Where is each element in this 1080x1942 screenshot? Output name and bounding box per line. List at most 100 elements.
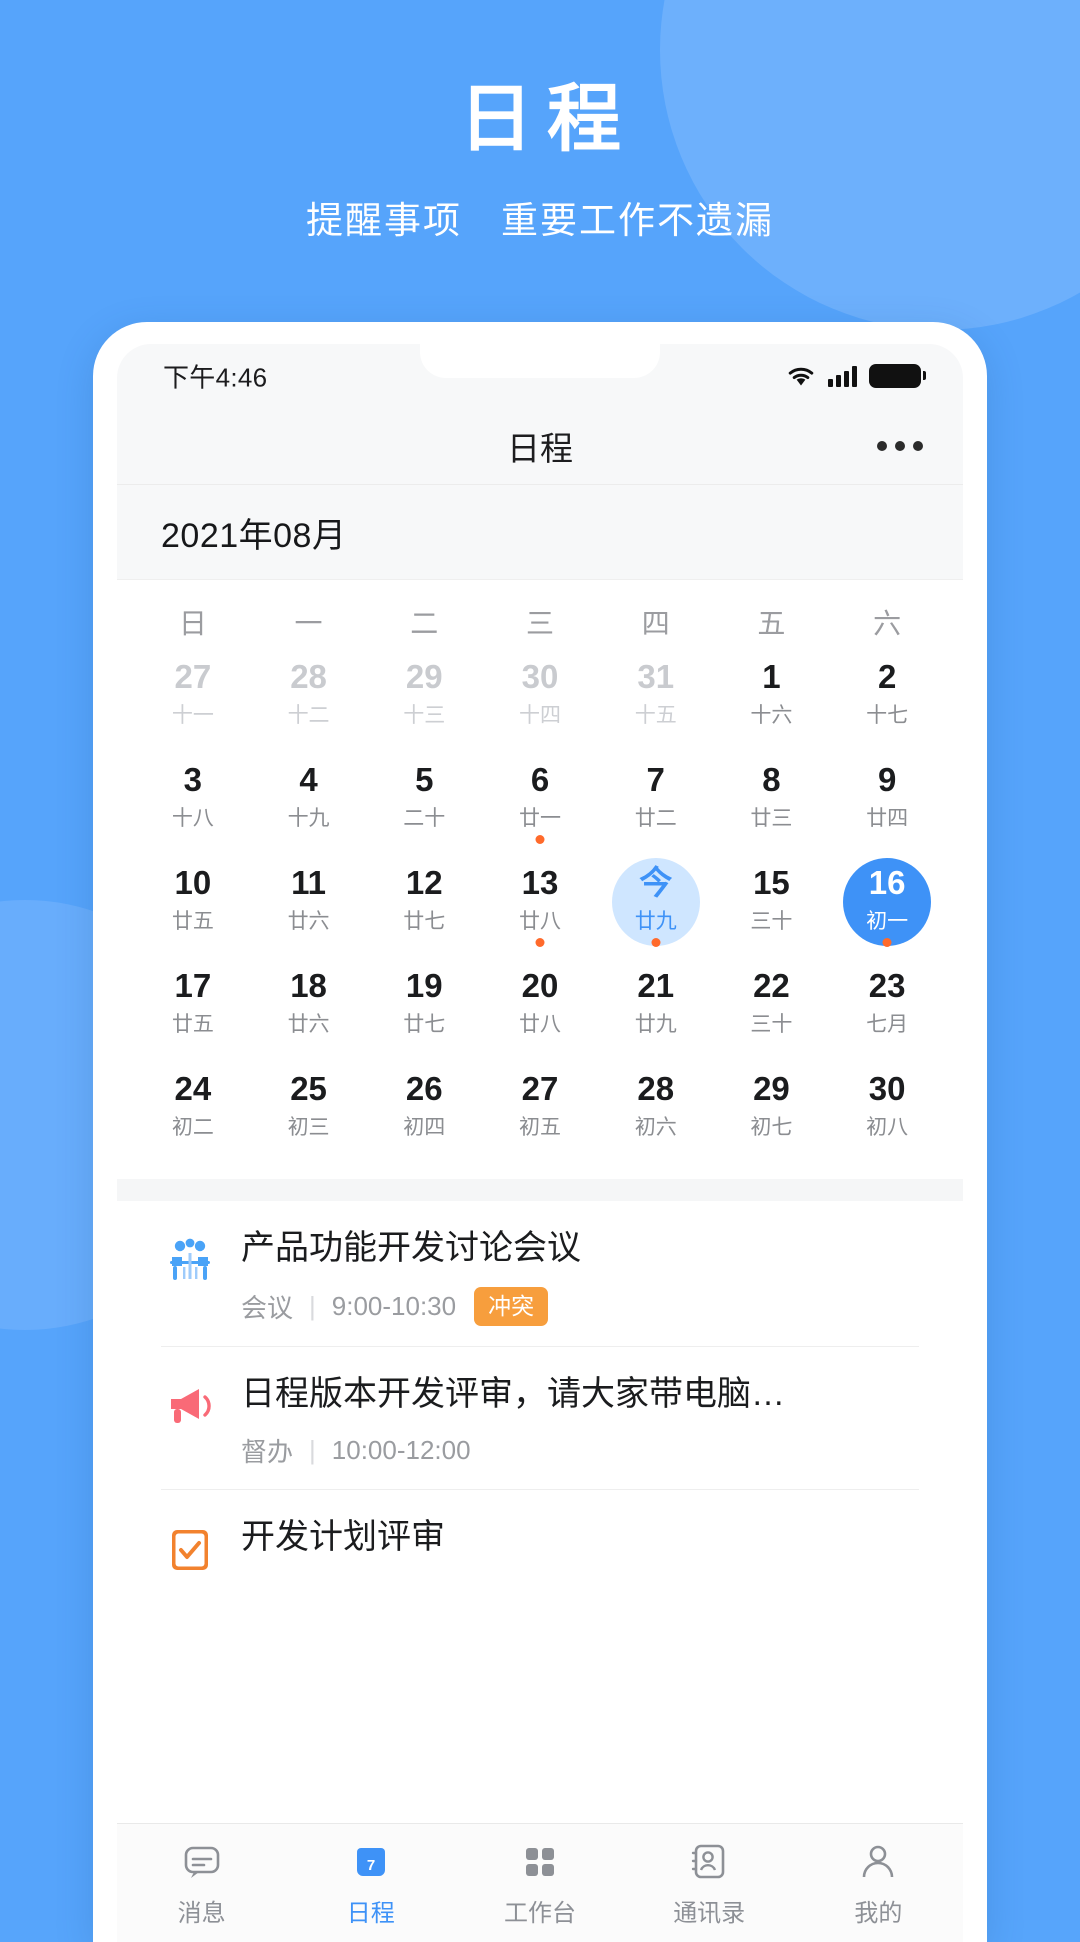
svg-text:7: 7 xyxy=(367,1857,375,1874)
calendar-day-cell[interactable]: 29 初七 xyxy=(714,1062,830,1165)
meeting-people-icon xyxy=(161,1231,219,1289)
tab-日程[interactable]: 7 日程 xyxy=(286,1838,455,1928)
weekday-label: 一 xyxy=(294,608,323,639)
calendar-day-cell[interactable]: 17 廿五 xyxy=(135,959,251,1062)
tab-我的[interactable]: 我的 xyxy=(794,1838,963,1928)
day-number: 6 xyxy=(530,761,550,798)
lunar-label: 廿八 xyxy=(518,910,561,934)
day-number: 4 xyxy=(299,761,318,798)
month-label: 2021年08月 xyxy=(161,516,347,555)
day-number: 12 xyxy=(405,864,443,901)
event-body: 产品功能开发讨论会议 会议 | 9:00-10:30 冲突 xyxy=(241,1227,919,1326)
calendar-day-cell[interactable]: 28 初六 xyxy=(598,1062,714,1165)
workbench-grid-icon xyxy=(518,1838,562,1884)
calendar-day-cell[interactable]: 16 初一 xyxy=(829,856,945,959)
lunar-label: 十五 xyxy=(634,704,677,728)
tab-label: 通讯录 xyxy=(673,1900,746,1927)
event-list-item[interactable]: 日程版本开发评审，请大家带电脑… 督办 | 10:00-12:00 xyxy=(161,1347,919,1491)
calendar-day-cell[interactable]: 今廿九 xyxy=(598,856,714,959)
calendar-day-cell[interactable]: 10 廿五 xyxy=(135,856,251,959)
weekday-label: 日 xyxy=(178,608,207,639)
lunar-label: 十四 xyxy=(518,704,561,728)
day-number: 17 xyxy=(174,967,212,1004)
day-number: 29 xyxy=(753,1070,790,1107)
calendar-day-cell[interactable]: 29 十三 xyxy=(366,650,482,753)
calendar-day-cell[interactable]: 7 廿二 xyxy=(598,753,714,856)
lunar-label: 十二 xyxy=(287,704,330,728)
month-header[interactable]: 2021年08月 xyxy=(117,485,963,580)
calendar-day-cell[interactable]: 20 廿八 xyxy=(482,959,598,1062)
calendar-day-cell[interactable]: 26 初四 xyxy=(366,1062,482,1165)
calendar-day-cell[interactable]: 11 廿六 xyxy=(251,856,367,959)
day-number: 18 xyxy=(290,967,327,1004)
lunar-label: 廿五 xyxy=(171,1013,214,1037)
lunar-label: 初五 xyxy=(518,1116,561,1140)
tab-工作台[interactable]: 工作台 xyxy=(455,1838,624,1928)
day-number: 27 xyxy=(174,658,212,695)
lunar-label: 廿五 xyxy=(171,910,214,934)
day-number: 3 xyxy=(183,761,203,798)
lunar-label: 十八 xyxy=(171,807,214,831)
day-number: 2 xyxy=(877,658,897,695)
event-list: 产品功能开发讨论会议 会议 | 9:00-10:30 冲突日程版本开发评审，请大家带电脑… xyxy=(117,1201,963,1599)
calendar-day-cell[interactable]: 15 三十 xyxy=(714,856,830,959)
calendar-day-cell[interactable]: 28 十二 xyxy=(251,650,367,753)
calendar-day-cell[interactable]: 3 十八 xyxy=(135,753,251,856)
calendar-day-cell[interactable]: 22 三十 xyxy=(714,959,830,1062)
calendar-day-cell[interactable]: 2 十七 xyxy=(829,650,945,753)
lunar-label: 三十 xyxy=(750,910,793,934)
lunar-label: 廿六 xyxy=(287,910,330,934)
calendar-day-cell[interactable]: 25 初三 xyxy=(251,1062,367,1165)
calendar-day-cell[interactable]: 30 初八 xyxy=(829,1062,945,1165)
event-meta: 督办 | 10:00-12:00 xyxy=(241,1432,919,1469)
event-body: 开发计划评审 xyxy=(241,1516,919,1559)
cellular-signal-icon xyxy=(828,365,857,387)
calendar-day-cell[interactable]: 8 廿三 xyxy=(714,753,830,856)
event-title: 开发计划评审 xyxy=(241,1518,445,1557)
calendar-day-cell[interactable]: 23 七月 xyxy=(829,959,945,1062)
calendar-grid: 日 一 二 三 四 五 六 27 十一 28 十二 29 十三 30 十四 31 十五 1 十六 2 十七 3 十八 4 十九… xyxy=(117,580,963,1165)
phone-screen: 下午4:46 日程 2021年08月 日 一 二 三 四 五 六 27 十一 2… xyxy=(117,344,963,1942)
section-divider xyxy=(117,1179,963,1201)
calendar-day-cell[interactable]: 13 廿八 xyxy=(482,856,598,959)
profile-person-icon xyxy=(856,1838,900,1884)
calendar-day-cell[interactable]: 9 廿四 xyxy=(829,753,945,856)
calendar-day-cell[interactable]: 30 十四 xyxy=(482,650,598,753)
day-number: 8 xyxy=(762,761,781,798)
event-title: 日程版本开发评审，请大家带电脑… xyxy=(241,1374,785,1413)
clipboard-check-icon xyxy=(161,1520,219,1578)
day-number: 25 xyxy=(290,1070,327,1107)
calendar-day-cell[interactable]: 4 十九 xyxy=(251,753,367,856)
calendar-day-cell[interactable]: 24 初二 xyxy=(135,1062,251,1165)
calendar-day-cell[interactable]: 21 廿九 xyxy=(598,959,714,1062)
event-list-item[interactable]: 开发计划评审 xyxy=(161,1490,919,1598)
lunar-label: 三十 xyxy=(750,1013,793,1037)
decorative-blob-top-right xyxy=(660,0,1080,330)
lunar-label: 廿七 xyxy=(403,910,446,934)
calendar-day-cell[interactable]: 5 二十 xyxy=(366,753,482,856)
calendar-day-cell[interactable]: 27 十一 xyxy=(135,650,251,753)
calendar-day-cell[interactable]: 31 十五 xyxy=(598,650,714,753)
calendar-day-cell[interactable]: 6 廿一 xyxy=(482,753,598,856)
calendar-day-cell[interactable]: 1 十六 xyxy=(714,650,830,753)
tab-通讯录[interactable]: 通讯录 xyxy=(625,1838,794,1928)
calendar-day-cell[interactable]: 12 廿七 xyxy=(366,856,482,959)
battery-icon xyxy=(869,364,926,388)
calendar-day-cell[interactable]: 19 廿七 xyxy=(366,959,482,1062)
calendar-icon: 7 xyxy=(349,1838,393,1884)
event-list-item[interactable]: 产品功能开发讨论会议 会议 | 9:00-10:30 冲突 xyxy=(161,1201,919,1347)
calendar-day-cell[interactable]: 27 初五 xyxy=(482,1062,598,1165)
weekday-label: 二 xyxy=(410,608,439,639)
calendar-day-cell[interactable]: 18 廿六 xyxy=(251,959,367,1062)
day-number: 29 xyxy=(405,658,443,695)
event-dot-indicator xyxy=(535,938,545,947)
event-meta: 会议 | 9:00-10:30 冲突 xyxy=(241,1286,919,1326)
day-number: 19 xyxy=(405,967,443,1004)
event-dot-indicator xyxy=(535,835,545,844)
lunar-label: 初三 xyxy=(287,1116,330,1140)
tab-消息[interactable]: 消息 xyxy=(117,1838,286,1928)
more-horizontal-icon[interactable] xyxy=(877,441,923,451)
day-number: 21 xyxy=(637,967,675,1004)
wifi-icon xyxy=(786,365,816,387)
event-type: 会议 xyxy=(241,1292,294,1323)
